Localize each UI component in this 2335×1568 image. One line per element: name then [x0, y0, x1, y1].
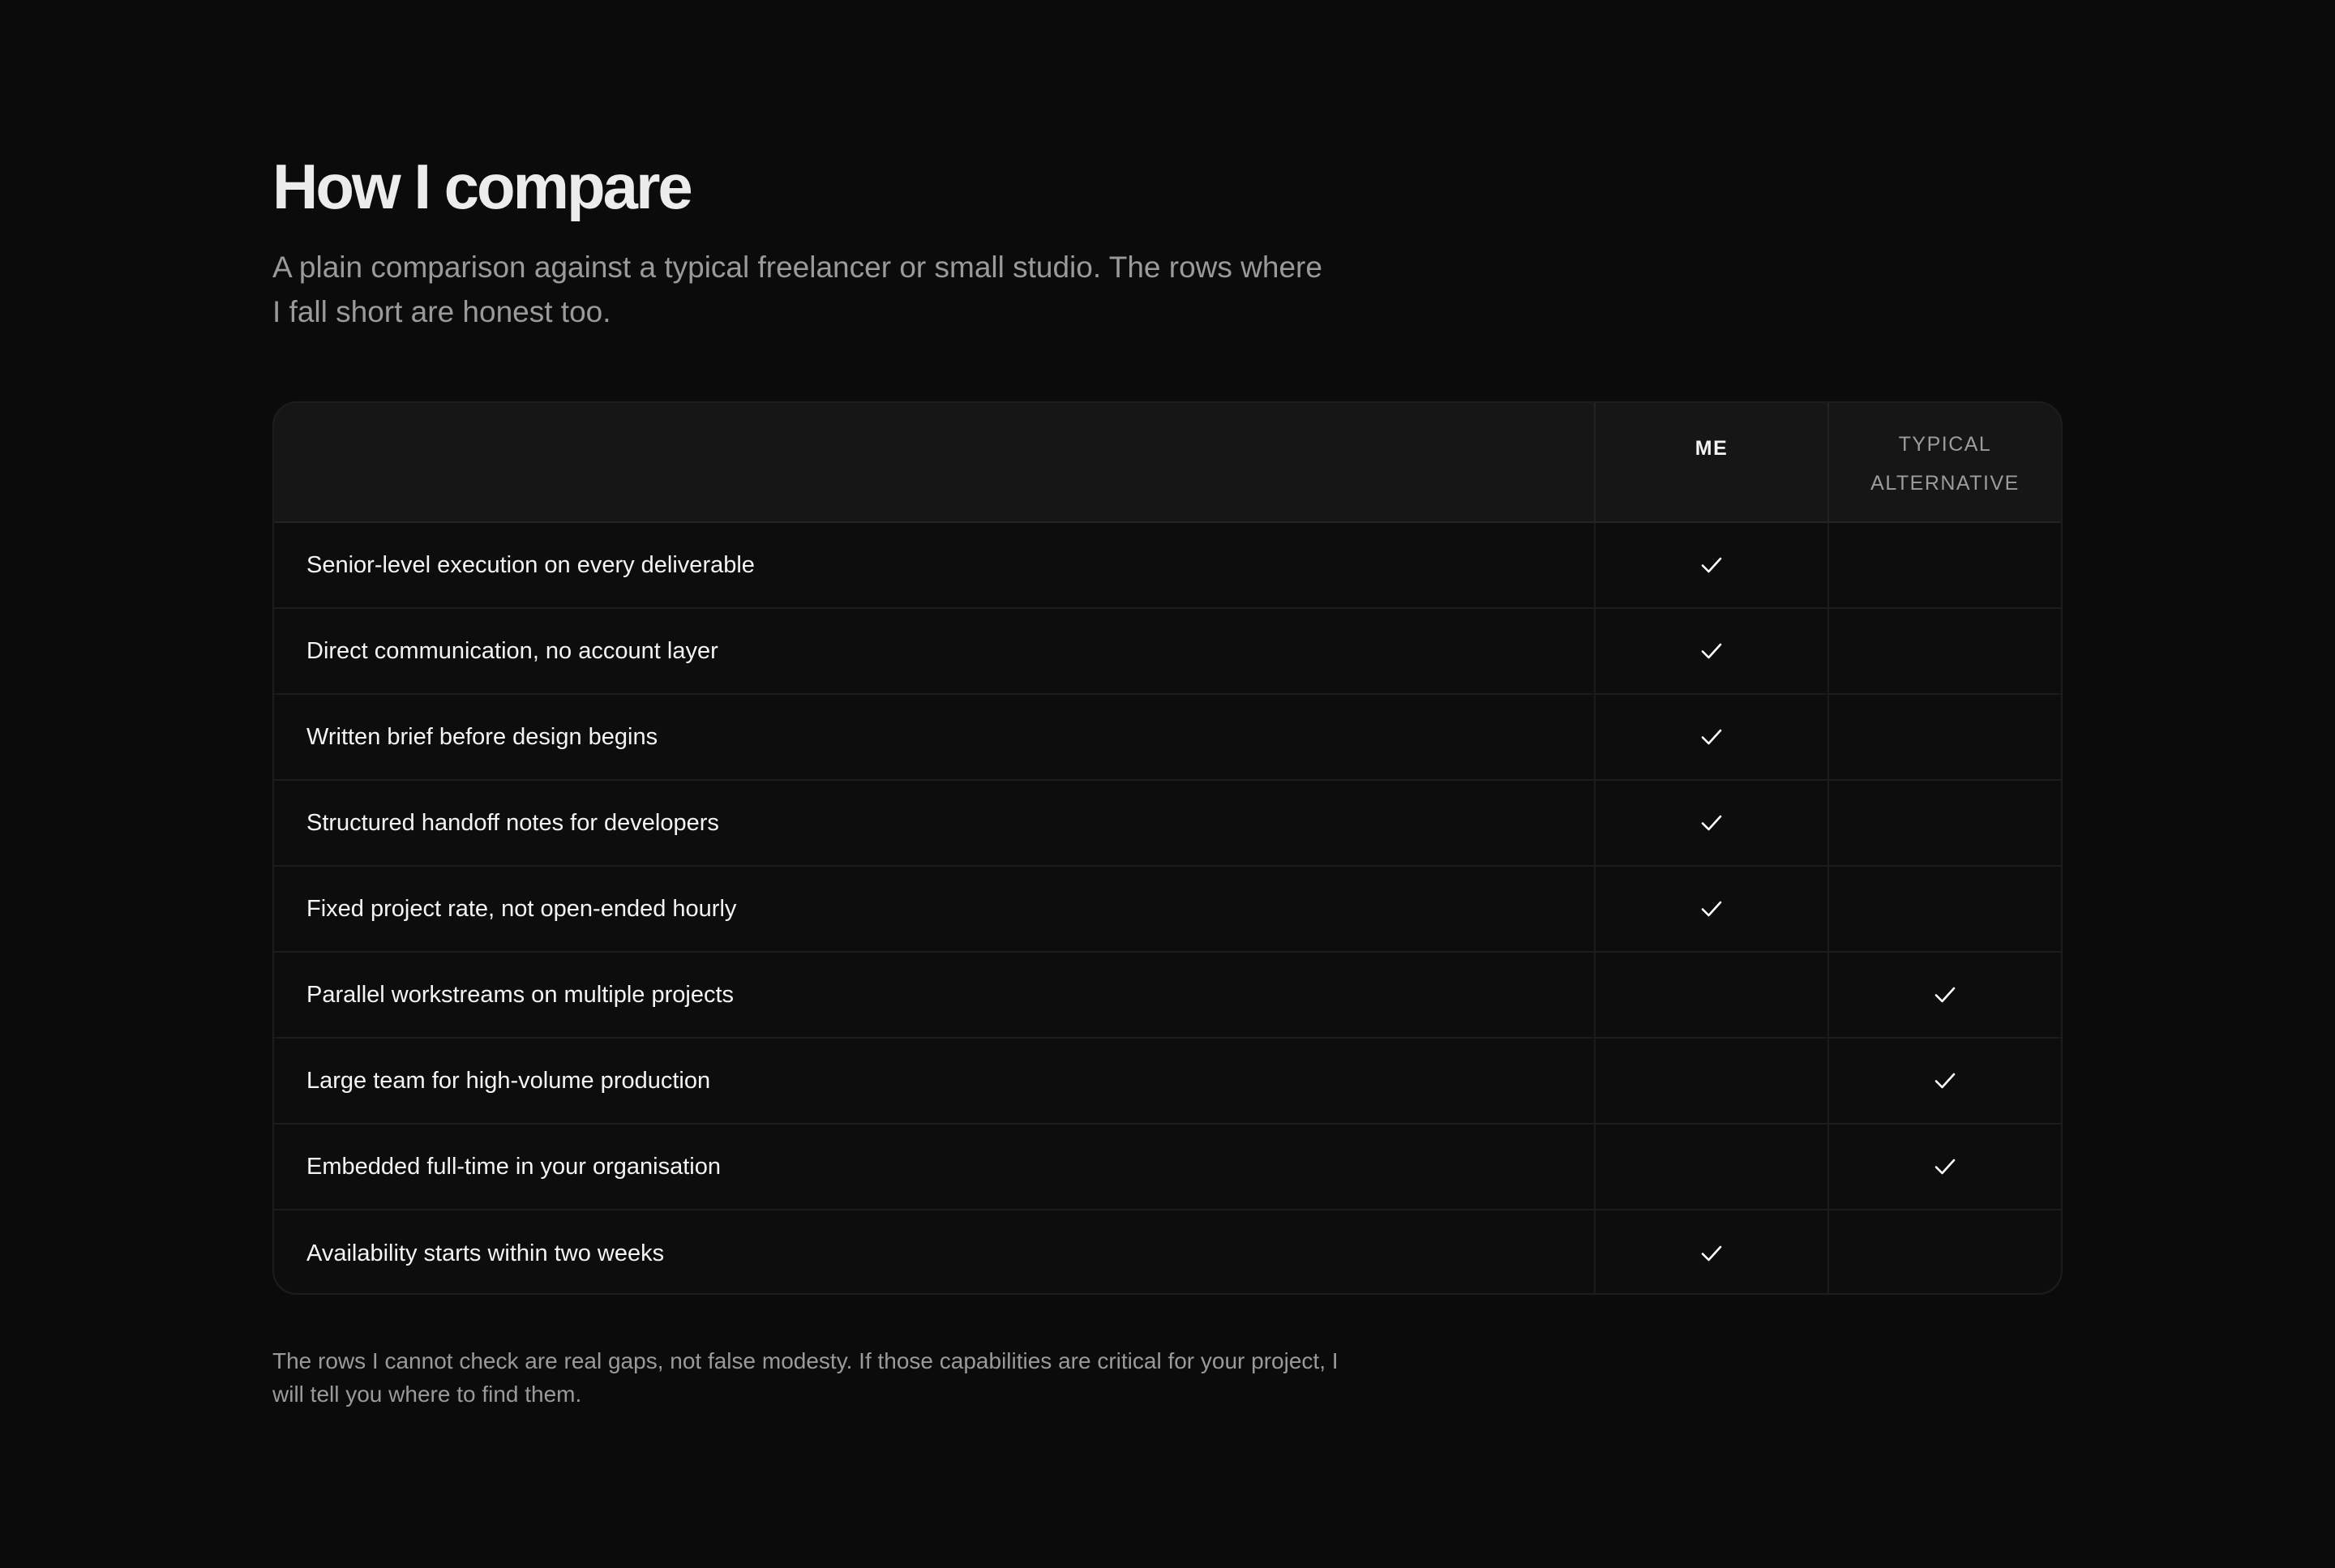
header-feature-column	[274, 403, 1596, 521]
table-row: Senior-level execution on every delivera…	[274, 523, 2061, 609]
cell-alternative	[1829, 781, 2061, 865]
check-icon	[1934, 986, 1956, 1004]
table-row: Structured handoff notes for developers	[274, 781, 2061, 867]
cell-me	[1596, 1039, 1829, 1123]
row-label: Structured handoff notes for developers	[274, 781, 1596, 865]
table-row: Large team for high-volume production	[274, 1039, 2061, 1125]
header-alt-line-2: ALTERNATIVE	[1870, 472, 2020, 495]
check-icon	[1701, 900, 1722, 918]
header-alt-label: TYPICAL ALTERNATIVE	[1870, 425, 2020, 503]
page-title: How I compare	[272, 151, 693, 222]
row-label: Written brief before design begins	[274, 695, 1596, 779]
cell-alternative	[1829, 867, 2061, 951]
row-label: Availability starts within two weeks	[274, 1210, 1596, 1293]
check-icon	[1934, 1158, 1956, 1176]
table-row: Parallel workstreams on multiple project…	[274, 953, 2061, 1039]
cell-me	[1596, 781, 1829, 865]
row-label: Senior-level execution on every delivera…	[274, 523, 1596, 607]
header-me: ME	[1596, 403, 1829, 521]
table-row: Direct communication, no account layer	[274, 609, 2061, 695]
table-body: Senior-level execution on every delivera…	[274, 523, 2061, 1293]
check-icon	[1701, 642, 1722, 660]
footnote: The rows I cannot check are real gaps, n…	[272, 1348, 1339, 1407]
header-alt-line-1: TYPICAL	[1898, 433, 1992, 456]
cell-alternative	[1829, 1210, 2061, 1293]
table-header: ME TYPICAL ALTERNATIVE	[274, 403, 2061, 523]
table-row: Embedded full-time in your organisation	[274, 1125, 2061, 1210]
cell-alternative	[1829, 1039, 2061, 1123]
cell-me	[1596, 867, 1829, 951]
check-icon	[1701, 814, 1722, 832]
cell-alternative	[1829, 695, 2061, 779]
row-label: Direct communication, no account layer	[274, 609, 1596, 693]
comparison-table: ME TYPICAL ALTERNATIVE Senior-level exec…	[272, 401, 2063, 1295]
cell-me	[1596, 1125, 1829, 1209]
row-label: Fixed project rate, not open-ended hourl…	[274, 867, 1596, 951]
cell-alternative	[1829, 953, 2061, 1037]
table-row: Written brief before design begins	[274, 695, 2061, 781]
check-icon	[1701, 728, 1722, 746]
cell-me	[1596, 609, 1829, 693]
header-me-label: ME	[1694, 437, 1729, 460]
cell-me	[1596, 953, 1829, 1037]
table-row: Availability starts within two weeks	[274, 1210, 2061, 1293]
cell-me	[1596, 523, 1829, 607]
cell-me	[1596, 695, 1829, 779]
cell-alternative	[1829, 523, 2061, 607]
table-row: Fixed project rate, not open-ended hourl…	[274, 867, 2061, 953]
check-icon	[1701, 1245, 1722, 1262]
check-icon	[1934, 1072, 1956, 1090]
row-label: Parallel workstreams on multiple project…	[274, 953, 1596, 1037]
cell-alternative	[1829, 1125, 2061, 1209]
cell-alternative	[1829, 609, 2061, 693]
row-label: Large team for high-volume production	[274, 1039, 1596, 1123]
header-typical-alternative: TYPICAL ALTERNATIVE	[1829, 403, 2061, 521]
cell-me	[1596, 1210, 1829, 1293]
page-subtitle: A plain comparison against a typical fre…	[272, 251, 1322, 328]
check-icon	[1701, 556, 1722, 574]
row-label: Embedded full-time in your organisation	[274, 1125, 1596, 1209]
